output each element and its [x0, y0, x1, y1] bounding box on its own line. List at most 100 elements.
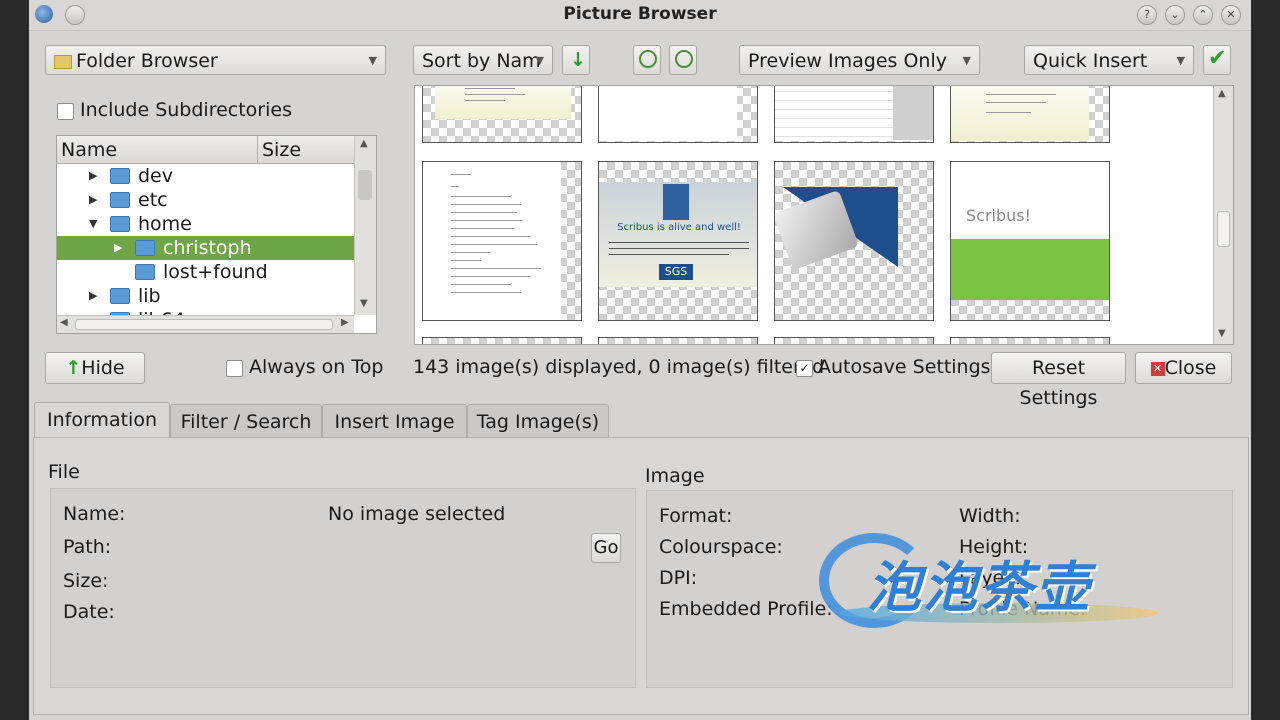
file-group: Name: No image selected Path: Go Size: D…	[50, 488, 636, 688]
collapse-arrow-icon[interactable]: ▼	[89, 212, 97, 236]
scroll-thumb[interactable]	[358, 170, 372, 200]
thumbnail-grid[interactable]: Scribus is alive and well! SGS Scribus! …	[414, 85, 1234, 345]
embedded-profile-label: Embedded Profile:	[659, 598, 833, 620]
tab-information[interactable]: Information	[34, 402, 170, 438]
scroll-right-arrow-icon[interactable]: ▶	[341, 317, 349, 328]
dpi-label: DPI:	[659, 567, 698, 589]
zoom-out-button[interactable]	[669, 45, 697, 75]
watermark-text: 泡泡茶壶	[867, 556, 1091, 619]
always-on-top-label: Always on Top	[249, 356, 384, 378]
help-icon[interactable]: ?	[1137, 5, 1157, 25]
zoom-in-icon	[639, 50, 657, 68]
autosave-label: Autosave Settings	[818, 356, 991, 378]
folder-icon	[135, 264, 155, 280]
scroll-left-arrow-icon[interactable]: ◀	[60, 317, 68, 328]
thumbnail[interactable]: Scribus is alive and well! SGS	[598, 161, 758, 321]
column-header-name[interactable]: Name	[57, 136, 258, 164]
colourspace-label: Colourspace:	[659, 536, 783, 558]
thumbnail-page-preview: Scribus!	[951, 162, 1109, 300]
always-on-top-checkbox[interactable]	[226, 360, 243, 377]
insert-mode-combo[interactable]: Quick Insert ▼	[1024, 45, 1194, 75]
sgs-logo: SGS	[659, 264, 693, 280]
scroll-thumb[interactable]	[1217, 211, 1230, 247]
thumbnail[interactable]	[950, 86, 1110, 143]
column-header-size[interactable]: Size	[258, 136, 354, 164]
include-subdirectories-checkbox[interactable]	[57, 103, 74, 120]
expand-arrow-icon[interactable]: ▶	[89, 164, 97, 188]
thumbnail[interactable]: Scribus!	[950, 161, 1110, 321]
thumbnail-vertical-scrollbar[interactable]: ▲ ▼	[1213, 86, 1233, 344]
thumbnail-caption: Scribus!	[966, 206, 1032, 225]
size-label: Size:	[63, 570, 109, 592]
scroll-down-arrow-icon[interactable]: ▼	[1218, 328, 1226, 339]
close-button[interactable]: ✕ Close	[1135, 352, 1232, 384]
tree-row-home[interactable]: ▼ home	[57, 212, 354, 236]
tab-insert-image[interactable]: Insert Image	[322, 404, 467, 438]
expand-arrow-icon[interactable]: ▶	[89, 284, 97, 308]
go-button[interactable]: Go	[591, 533, 621, 563]
arrow-down-icon: ↓	[570, 49, 586, 71]
close-button-label: Close	[1164, 357, 1217, 379]
thumbnail[interactable]	[598, 86, 758, 143]
minimize-icon[interactable]: ⌄	[1165, 5, 1185, 25]
hide-button[interactable]: ↑Hide	[45, 352, 145, 384]
thumbnail[interactable]	[950, 337, 1110, 344]
preview-filter-combo[interactable]: Preview Images Only ▼	[739, 45, 980, 75]
tree-row-lib[interactable]: ▶ lib	[57, 284, 354, 308]
thumbnail[interactable]	[774, 337, 934, 344]
sort-combo[interactable]: Sort by Nam ▼	[413, 45, 553, 75]
tree-row-christoph[interactable]: ▶ christoph	[57, 236, 354, 260]
sort-label: Sort by Nam	[422, 50, 541, 72]
name-value: No image selected	[328, 503, 506, 525]
tab-tag-images[interactable]: Tag Image(s)	[467, 404, 609, 438]
tree-row-etc[interactable]: ▶ etc	[57, 188, 354, 212]
zoom-out-icon	[675, 50, 693, 68]
scroll-thumb[interactable]	[75, 319, 333, 330]
scribus-logo-icon	[663, 184, 689, 220]
watermark-logo: 泡泡茶壶	[819, 525, 1169, 635]
tab-filter-search[interactable]: Filter / Search	[170, 404, 322, 438]
folder-icon	[110, 288, 130, 304]
thumbnail[interactable]	[774, 86, 934, 143]
insert-confirm-button[interactable]: ✔	[1203, 45, 1231, 75]
tree-row-label: etc	[138, 189, 168, 211]
tree-row-label: lost+found	[163, 261, 268, 283]
scroll-down-arrow-icon[interactable]: ▼	[360, 298, 368, 309]
scroll-up-arrow-icon[interactable]: ▲	[360, 138, 368, 149]
folder-icon	[110, 168, 130, 184]
expand-arrow-icon[interactable]: ▶	[89, 188, 97, 212]
scroll-up-arrow-icon[interactable]: ▲	[1218, 88, 1226, 99]
folder-wand-icon	[54, 54, 72, 69]
maximize-icon[interactable]: ⌃	[1193, 5, 1213, 25]
tree-row-label: christoph	[163, 237, 252, 259]
folder-icon	[110, 216, 130, 232]
zoom-in-button[interactable]	[633, 45, 661, 75]
tree-row-dev[interactable]: ▶ dev	[57, 164, 354, 188]
thumbnail-page-preview	[775, 86, 933, 141]
autosave-checkbox[interactable]: ✓	[796, 360, 813, 377]
thumbnail[interactable]	[598, 337, 758, 344]
thumbnail[interactable]	[422, 161, 582, 321]
tree-horizontal-scrollbar[interactable]: ◀ ▶	[57, 315, 354, 333]
arrow-up-icon: ↑	[65, 357, 82, 379]
image-group-title: Image	[645, 465, 705, 487]
thumbnail-page-preview: Scribus is alive and well! SGS	[599, 182, 757, 287]
chevron-down-icon: ▼	[962, 54, 971, 67]
thumbnail[interactable]	[422, 86, 582, 143]
directory-tree[interactable]: Name Size ▶ dev ▶ etc ▼ home ▶ christoph…	[56, 135, 377, 334]
close-icon[interactable]: ✕	[1221, 5, 1241, 25]
format-label: Format:	[659, 505, 733, 527]
thumbnail[interactable]	[422, 337, 582, 344]
tree-row-lost-found[interactable]: lost+found	[57, 260, 354, 284]
thumbnail-page-preview	[423, 162, 561, 320]
thumbnail-page-preview	[435, 86, 571, 119]
sort-order-button[interactable]: ↓	[562, 45, 590, 75]
chevron-down-icon: ▼	[1176, 54, 1185, 67]
expand-arrow-icon[interactable]: ▶	[114, 236, 122, 260]
date-label: Date:	[63, 601, 115, 623]
thumbnail[interactable]	[774, 161, 934, 321]
folder-browser-combo[interactable]: Folder Browser ▼	[45, 45, 386, 75]
tree-vertical-scrollbar[interactable]: ▲ ▼	[354, 136, 376, 315]
tree-row-label: home	[138, 213, 192, 235]
reset-settings-button[interactable]: Reset Settings	[991, 352, 1126, 409]
